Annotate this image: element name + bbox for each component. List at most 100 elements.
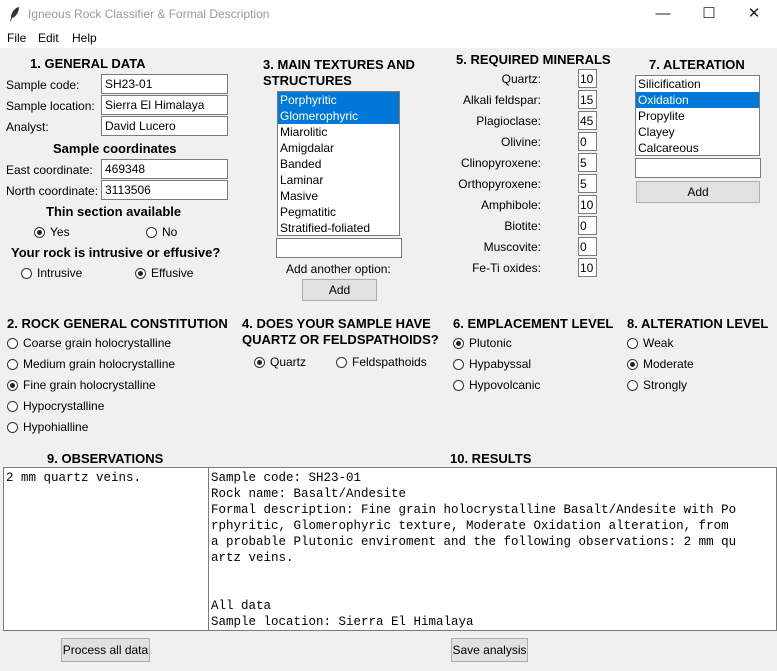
alteration-level-radio[interactable]: Weak [627,335,673,351]
thin-no-label: No [162,225,178,239]
quartz-feld-heading-line1: 4. DOES YOUR SAMPLE HAVE [242,316,431,331]
alteration-level-radio-label: Strongly [643,378,688,392]
alteration-list-item[interactable]: Propylite [636,108,759,124]
mineral-label: Olivine: [500,135,541,149]
texture-list-item[interactable]: Miarolitic [278,124,399,140]
effusive-label: Effusive [151,266,194,280]
alteration-level-radio[interactable]: Moderate [627,356,694,372]
sample-code-input[interactable]: SH23-01 [101,74,228,94]
quartz-dot [254,357,265,368]
add-another-option-label: Add another option: [286,262,391,276]
menu-bar: File Edit Help [0,30,777,48]
intrusive-radio[interactable]: Intrusive [21,265,82,281]
constitution-radio[interactable]: Medium grain holocrystalline [7,356,175,372]
feldspathoids-dot [336,357,347,368]
mineral-value-input[interactable]: 10 [578,195,597,214]
alteration-list-item[interactable]: Oxidation [636,92,759,108]
mineral-label: Biotite: [504,219,541,233]
mineral-label: Orthopyroxene: [458,177,541,191]
emplacement-radio[interactable]: Hypabyssal [453,356,531,372]
alteration-list-item[interactable]: Silicification [636,76,759,92]
mineral-label: Plagioclase: [476,114,541,128]
results-line: Sample code: SH23-01 [211,471,362,485]
constitution-radio[interactable]: Fine grain holocrystalline [7,377,156,393]
mineral-value-input[interactable]: 15 [578,90,597,109]
mineral-label: Alkali feldspar: [462,93,541,107]
emplacement-radio-dot [453,359,464,370]
menu-help[interactable]: Help [72,31,97,45]
thin-section-no-radio[interactable]: No [146,224,177,240]
constitution-radio-label: Hypohialline [23,420,89,434]
process-all-data-button[interactable]: Process all data [61,638,150,662]
sample-location-input[interactable]: Sierra El Himalaya [101,95,228,115]
window-title: Igneous Rock Classifier & Formal Descrip… [28,7,270,21]
emplacement-radio[interactable]: Plutonic [453,335,512,351]
observations-textbox[interactable]: 2 mm quartz veins. [3,467,209,631]
constitution-radio-label: Hypocrystalline [23,399,105,413]
constitution-radio[interactable]: Coarse grain holocrystalline [7,335,171,351]
texture-list-item[interactable]: Stratified-foliated [278,220,399,235]
results-heading: 10. RESULTS [450,451,532,466]
mineral-value-input[interactable]: 0 [578,132,597,151]
alteration-add-button[interactable]: Add [636,181,760,203]
constitution-radio[interactable]: Hypocrystalline [7,398,104,414]
feldspathoids-radio[interactable]: Feldspathoids [336,354,427,370]
texture-list-item[interactable]: Pegmatitic [278,204,399,220]
north-coordinate-label: North coordinate: [6,184,99,198]
constitution-radio-dot [7,380,18,391]
alteration-new-option-input[interactable] [635,158,761,178]
constitution-radio[interactable]: Hypohialline [7,419,88,435]
alteration-level-radio[interactable]: Strongly [627,377,687,393]
mineral-value-input[interactable]: 10 [578,69,597,88]
quartz-feld-heading-line2: QUARTZ OR FELDSPATHOIDS? [242,332,439,347]
effusive-dot [135,268,146,279]
mineral-value-input[interactable]: 0 [578,216,597,235]
save-analysis-button[interactable]: Save analysis [451,638,528,662]
mineral-value-input[interactable]: 45 [578,111,597,130]
quartz-radio[interactable]: Quartz [254,354,306,370]
textures-new-option-input[interactable] [276,238,402,258]
emplacement-radio-label: Hypabyssal [469,357,532,371]
emplacement-radio-dot [453,380,464,391]
mineral-value-input[interactable]: 5 [578,153,597,172]
results-textbox[interactable]: Sample code: SH23-01 Rock name: Basalt/An… [208,467,777,631]
east-coordinate-input[interactable]: 469348 [101,159,228,179]
observations-heading: 9. OBSERVATIONS [47,451,164,466]
texture-list-item[interactable]: Amigdalar [278,140,399,156]
results-line [211,582,774,598]
general-data-heading: 1. GENERAL DATA [30,56,146,71]
emplacement-radio-label: Plutonic [469,336,512,350]
mineral-value-input[interactable]: 10 [578,258,597,277]
mineral-value-input[interactable]: 0 [578,237,597,256]
results-line: a probable Plutonic enviroment and the f… [211,535,737,549]
north-coordinate-input[interactable]: 3113506 [101,180,228,200]
thin-yes-dot [34,227,45,238]
constitution-radio-group: Coarse grain holocrystalline Medium grain… [7,335,227,440]
analyst-input[interactable]: David Lucero [101,116,228,136]
texture-list-item[interactable]: Masive [278,188,399,204]
observations-line: 2 mm quartz veins. [6,471,142,485]
alteration-list-item[interactable]: Clayey [636,124,759,140]
title-bar: Igneous Rock Classifier & Formal Descrip… [0,0,777,30]
mineral-value-input[interactable]: 5 [578,174,597,193]
maximize-button[interactable]: ☐ [686,0,732,30]
textures-listbox[interactable]: Porphyritic Glomerophyric Miarolitic Amigda… [277,91,400,236]
emplacement-radio[interactable]: Hypovolcanic [453,377,540,393]
effusive-radio[interactable]: Effusive [135,265,193,281]
thin-section-yes-radio[interactable]: Yes [34,224,70,240]
intrusive-dot [21,268,32,279]
alteration-level-radio-dot [627,380,638,391]
menu-edit[interactable]: Edit [38,31,59,45]
minimize-button[interactable]: — [640,0,686,30]
close-button[interactable]: ✕ [731,0,777,30]
texture-list-item[interactable]: Porphyritic [278,92,399,108]
alteration-listbox[interactable]: Silicification Oxidation Propylite Clayey Ca… [635,75,760,156]
constitution-radio-dot [7,401,18,412]
texture-list-item[interactable]: Banded [278,156,399,172]
menu-file[interactable]: File [7,31,26,45]
texture-list-item[interactable]: Laminar [278,172,399,188]
texture-list-item[interactable]: Glomerophyric [278,108,399,124]
alteration-level-radio-dot [627,359,638,370]
alteration-list-item[interactable]: Calcareous [636,140,759,155]
textures-add-button[interactable]: Add [302,279,377,301]
